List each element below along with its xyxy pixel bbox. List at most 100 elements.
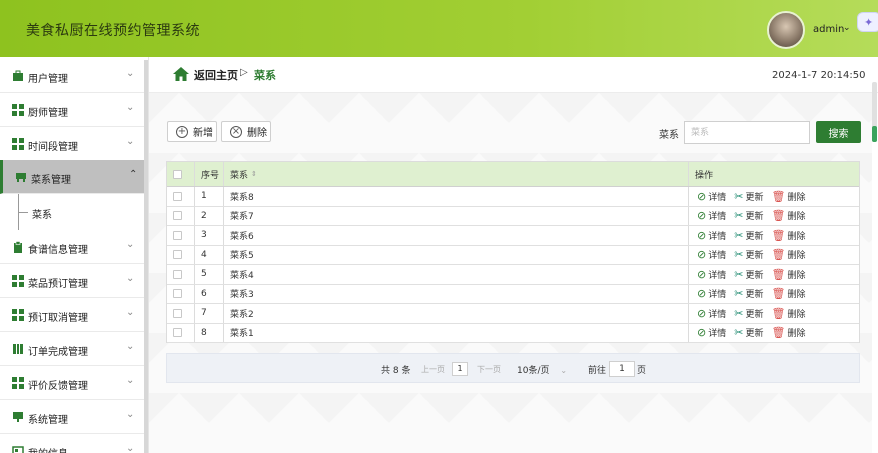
row-checkbox[interactable] (173, 246, 182, 265)
search-icon: ⊘ (697, 228, 707, 242)
edit-button[interactable]: ✂ 更新 (734, 248, 763, 261)
row-actions: ⊘ 详情 ✂ 更新 🗑 删除 (697, 246, 813, 265)
row-index: 8 (201, 327, 207, 338)
table-row: 1 菜系8 ⊘ 详情 ✂ 更新 🗑 删除 (167, 187, 859, 207)
sidebar-item-booking-management[interactable]: 菜品预订管理 ⌄ (0, 264, 144, 298)
detail-button[interactable]: ⊘ 详情 (697, 190, 726, 203)
search-icon: ⊘ (697, 209, 707, 223)
edit-button[interactable]: ✂ 更新 (734, 209, 763, 222)
goto-page-input[interactable]: 1 (609, 361, 635, 377)
main-scrollbar[interactable] (872, 82, 877, 142)
row-checkbox[interactable] (173, 207, 182, 226)
delete-button[interactable]: 🗑 删除 (771, 190, 805, 203)
sparkle-icon: ✦ (864, 16, 874, 29)
detail-button[interactable]: ⊘ 详情 (697, 229, 726, 242)
detail-button[interactable]: ⊘ 详情 (697, 209, 726, 222)
search-input[interactable] (684, 121, 810, 144)
tools-icon: ✂ (734, 248, 744, 262)
header-cuisine[interactable]: 菜系 ⇕ (230, 162, 257, 186)
sidebar-item-system-management[interactable]: 系统管理 ⌄ (0, 400, 144, 434)
sidebar-item-label: 系统管理 (28, 415, 68, 426)
edit-button[interactable]: ✂ 更新 (734, 190, 763, 203)
row-checkbox[interactable] (173, 226, 182, 245)
search-icon: ⊘ (697, 267, 707, 281)
delete-button[interactable]: 🗑 删除 (771, 307, 805, 320)
goto-suffix: 页 (637, 366, 647, 376)
edit-button[interactable]: ✂ 更新 (734, 229, 763, 242)
delete-button[interactable]: 🗑 删除 (771, 268, 805, 281)
add-button[interactable]: + 新增 (167, 121, 217, 142)
chevron-down-icon: ⌄ (126, 273, 135, 284)
row-cuisine: 菜系5 (230, 251, 254, 262)
trash-icon: 🗑 (771, 326, 786, 340)
detail-button[interactable]: ⊘ 详情 (697, 248, 726, 261)
scrollbar-thumb[interactable] (872, 126, 877, 142)
sidebar-item-cuisine-management[interactable]: 菜系管理 ⌃ (0, 160, 144, 194)
chevron-down-icon: ⌄ (126, 68, 135, 79)
page-size-select[interactable]: 10条/页 ⌄ (517, 363, 567, 376)
app-title: 美食私厨在线预约管理系统 (26, 23, 200, 39)
home-icon[interactable] (173, 67, 189, 81)
columns-icon (12, 343, 24, 355)
tools-icon: ✂ (734, 306, 744, 320)
delete-button[interactable]: 🗑 删除 (771, 209, 805, 222)
chevron-down-icon: ⌄ (126, 443, 135, 453)
row-checkbox[interactable] (173, 324, 182, 343)
sidebar-item-user-management[interactable]: 用户管理 ⌄ (0, 59, 144, 93)
grid-icon (12, 309, 24, 321)
trash-icon: 🗑 (771, 228, 786, 242)
row-checkbox[interactable] (173, 285, 182, 304)
edit-button[interactable]: ✂ 更新 (734, 268, 763, 281)
cuisine-table: 序号 菜系 ⇕ 操作 1 菜系8 ⊘ 详情 ✂ 更新 🗑 删除 2 菜系7 ⊘ 详情 ✂ 更新 🗑 删除 3 菜系6… (166, 161, 860, 343)
edit-button[interactable]: ✂ 更新 (734, 307, 763, 320)
breadcrumb-home-link[interactable]: 返回主页 (194, 67, 238, 83)
row-checkbox[interactable] (173, 265, 182, 284)
sidebar-item-label: 我的信息 (28, 445, 68, 453)
edit-button[interactable]: ✂ 更新 (734, 287, 763, 300)
sidebar-subitem-cuisine[interactable]: 菜系 (0, 194, 144, 230)
bulk-delete-button[interactable]: × 删除 (221, 121, 271, 142)
detail-button[interactable]: ⊘ 详情 (697, 326, 726, 339)
avatar[interactable] (767, 11, 805, 49)
row-cuisine: 菜系2 (230, 309, 254, 320)
row-actions: ⊘ 详情 ✂ 更新 🗑 删除 (697, 207, 813, 226)
sidebar-item-chef-management[interactable]: 厨师管理 ⌄ (0, 93, 144, 127)
search-button[interactable]: 搜索 (816, 121, 861, 143)
row-checkbox[interactable] (173, 187, 182, 206)
delete-button[interactable]: 🗑 删除 (771, 326, 805, 339)
row-index: 4 (201, 249, 207, 260)
sidebar-item-my-info[interactable]: 我的信息 ⌄ (0, 434, 144, 453)
user-name[interactable]: admin (813, 24, 844, 35)
row-actions: ⊘ 详情 ✂ 更新 🗑 删除 (697, 285, 813, 304)
prev-page-button[interactable]: 上一页 (421, 364, 445, 375)
detail-button[interactable]: ⊘ 详情 (697, 287, 726, 300)
sidebar-item-order-complete-management[interactable]: 订单完成管理 ⌄ (0, 332, 144, 366)
page-number[interactable]: 1 (452, 362, 468, 376)
assistant-badge[interactable]: ✦ (857, 12, 878, 32)
sort-icon[interactable]: ⇕ (251, 170, 257, 178)
delete-button[interactable]: 🗑 删除 (771, 248, 805, 261)
header-actions: 操作 (695, 170, 714, 181)
edit-button[interactable]: ✂ 更新 (734, 326, 763, 339)
detail-button[interactable]: ⊘ 详情 (697, 307, 726, 320)
sidebar-item-feedback-management[interactable]: 评价反馈管理 ⌄ (0, 366, 144, 400)
delete-button[interactable]: 🗑 删除 (771, 229, 805, 242)
sidebar-item-label: 食谱信息管理 (28, 245, 88, 256)
row-checkbox[interactable] (173, 304, 182, 323)
sidebar-item-recipe-management[interactable]: 食谱信息管理 ⌄ (0, 230, 144, 264)
chevron-down-icon: ⌄ (126, 341, 135, 352)
detail-button[interactable]: ⊘ 详情 (697, 268, 726, 281)
desk-icon (15, 171, 27, 183)
sidebar-scrollbar[interactable] (144, 60, 148, 453)
sidebar-item-timeslot-management[interactable]: 时间段管理 ⌄ (0, 127, 144, 161)
next-page-button[interactable]: 下一页 (477, 364, 501, 375)
row-index: 2 (201, 210, 207, 221)
chevron-down-icon[interactable]: ⌄ (843, 23, 851, 33)
sidebar-item-cancel-management[interactable]: 预订取消管理 ⌄ (0, 298, 144, 332)
delete-button[interactable]: 🗑 删除 (771, 287, 805, 300)
chevron-down-icon: ⌄ (126, 239, 135, 250)
search-icon: ⊘ (697, 248, 707, 262)
select-all-checkbox[interactable] (173, 162, 182, 186)
trash-icon: 🗑 (771, 267, 786, 281)
chevron-down-icon: ⌄ (126, 409, 135, 420)
